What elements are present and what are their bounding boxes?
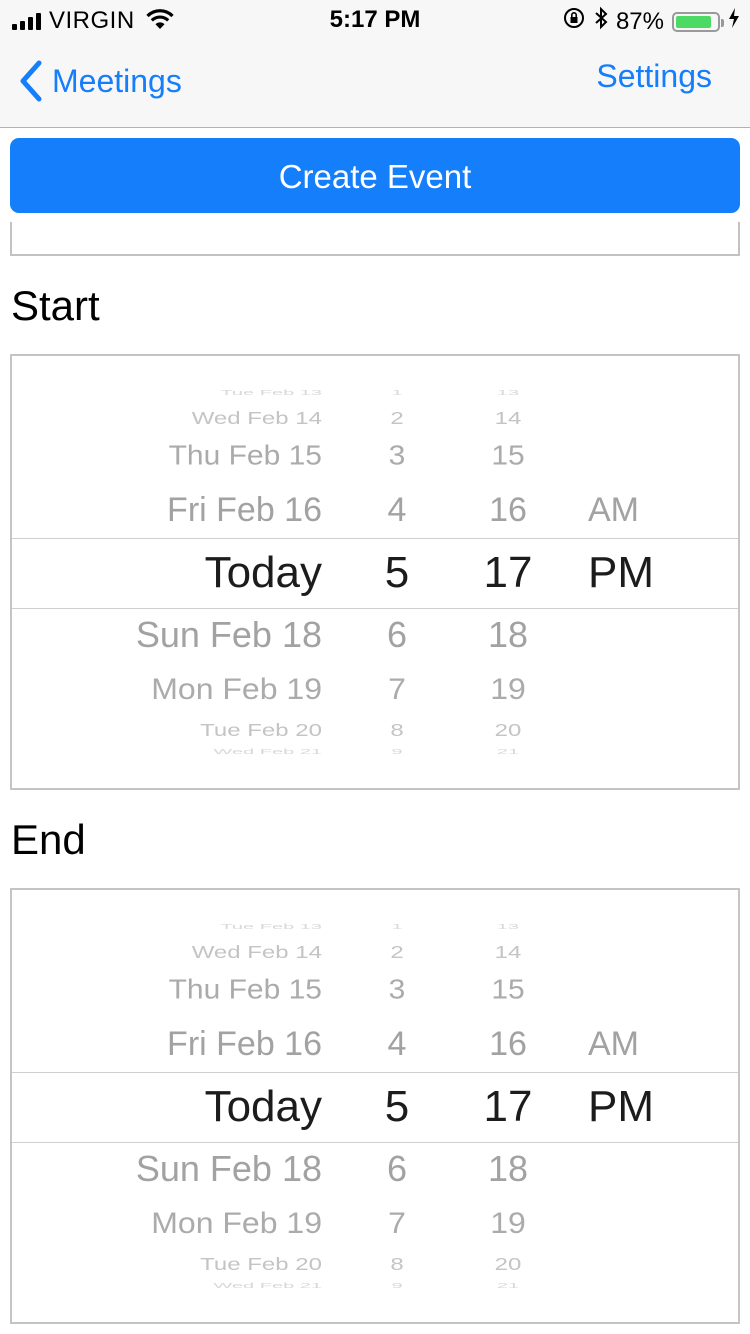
picker-minute-value: 13 xyxy=(496,923,520,931)
picker-minute-value: 17 xyxy=(483,548,533,597)
picker-ampm-value: PM xyxy=(588,1082,654,1131)
battery-icon xyxy=(672,11,724,32)
picker-hour-value: 3 xyxy=(388,440,406,471)
picker-minute-value: 21 xyxy=(496,748,520,756)
picker-date-value: Mon Feb 19 xyxy=(151,672,322,706)
battery-percent: 87% xyxy=(615,7,664,35)
picker-minute-value: 17 xyxy=(483,1082,533,1131)
picker-row[interactable]: Fri Feb 16 4 16 AM xyxy=(12,1024,738,1064)
picker-date-value: Tue Feb 20 xyxy=(200,720,322,741)
picker-row[interactable]: Tue Feb 13 1 13 xyxy=(12,922,738,931)
picker-date-value: Tue Feb 20 xyxy=(200,1254,322,1275)
picker-row[interactable]: Wed Feb 14 2 14 xyxy=(12,942,738,964)
picker-hour-value: 9 xyxy=(391,1282,403,1290)
picker-minute-value: 18 xyxy=(487,1148,529,1189)
picker-date-value: Wed Feb 21 xyxy=(213,1282,322,1290)
picker-date-value: Wed Feb 14 xyxy=(191,942,322,963)
picker-row[interactable]: Thu Feb 15 3 15 xyxy=(12,973,738,1006)
back-button[interactable]: Meetings xyxy=(18,60,182,102)
bluetooth-icon xyxy=(594,6,608,37)
picker-hour-value: 3 xyxy=(388,974,406,1005)
picker-hour-value: 5 xyxy=(384,548,410,597)
picker-row-selected[interactable]: Today 5 17 PM xyxy=(12,1082,738,1132)
charging-icon xyxy=(728,7,740,36)
picker-date-value: Thu Feb 15 xyxy=(168,974,322,1005)
event-title-field[interactable] xyxy=(10,222,740,256)
picker-row[interactable]: Wed Feb 21 9 21 xyxy=(12,747,738,756)
picker-minute-value: 14 xyxy=(494,942,522,963)
picker-minute-value: 21 xyxy=(496,1282,520,1290)
picker-row[interactable]: Sun Feb 18 6 18 xyxy=(12,614,738,656)
picker-date-value: Fri Feb 16 xyxy=(167,1025,322,1063)
picker-date-value: Sun Feb 18 xyxy=(135,1148,322,1189)
picker-minute-value: 18 xyxy=(487,614,529,655)
picker-hour-value: 8 xyxy=(390,720,404,741)
picker-date-value: Thu Feb 15 xyxy=(168,440,322,471)
picker-hour-value: 4 xyxy=(387,1025,407,1063)
status-right: 87% xyxy=(562,6,740,37)
picker-ampm-value: PM xyxy=(588,548,654,597)
picker-minute-value: 19 xyxy=(490,1206,526,1240)
picker-minute-value: 14 xyxy=(494,408,522,429)
picker-hour-value: 4 xyxy=(387,491,407,529)
picker-hour-value: 7 xyxy=(388,1206,406,1240)
picker-row-selected[interactable]: Today 5 17 PM xyxy=(12,548,738,598)
picker-hour-value: 9 xyxy=(391,748,403,756)
picker-ampm-value: AM xyxy=(588,1025,639,1063)
start-label: Start xyxy=(11,282,100,329)
picker-minute-value: 20 xyxy=(494,1254,522,1275)
picker-hour-value: 5 xyxy=(384,1082,410,1131)
status-bar: VIRGIN 5:17 PM 87% xyxy=(0,0,750,40)
picker-date-value: Wed Feb 14 xyxy=(191,408,322,429)
picker-row[interactable]: Tue Feb 13 1 13 xyxy=(12,388,738,397)
picker-minute-value: 13 xyxy=(496,389,520,397)
picker-minute-value: 16 xyxy=(489,491,527,529)
picker-row[interactable]: Thu Feb 15 3 15 xyxy=(12,439,738,472)
picker-minute-value: 16 xyxy=(489,1025,527,1063)
picker-minute-value: 19 xyxy=(490,672,526,706)
start-date-picker[interactable]: Tue Feb 13 1 13 Wed Feb 14 2 14 Thu Feb 15 3 15 F… xyxy=(10,354,740,790)
picker-date-value: Today xyxy=(204,548,322,597)
picker-hour-value: 1 xyxy=(391,923,403,931)
picker-date-value: Tue Feb 13 xyxy=(220,389,322,397)
picker-row[interactable]: Fri Feb 16 4 16 AM xyxy=(12,490,738,530)
picker-hour-value: 1 xyxy=(391,389,403,397)
picker-row[interactable]: Wed Feb 21 9 21 xyxy=(12,1281,738,1290)
create-event-button[interactable]: Create Event xyxy=(10,138,740,213)
picker-hour-value: 8 xyxy=(390,1254,404,1275)
orientation-lock-icon xyxy=(562,6,586,37)
picker-date-value: Mon Feb 19 xyxy=(151,1206,322,1240)
picker-hour-value: 2 xyxy=(390,942,404,963)
navigation-bar: Meetings Settings xyxy=(0,40,750,128)
end-date-picker[interactable]: Tue Feb 13 1 13 Wed Feb 14 2 14 Thu Feb 15 3 15 F… xyxy=(10,888,740,1324)
picker-row[interactable]: Mon Feb 19 7 19 xyxy=(12,1206,738,1241)
picker-hour-value: 6 xyxy=(386,614,408,655)
picker-row[interactable]: Wed Feb 14 2 14 xyxy=(12,408,738,430)
back-button-label: Meetings xyxy=(52,62,182,99)
picker-hour-value: 6 xyxy=(386,1148,408,1189)
picker-row[interactable]: Mon Feb 19 7 19 xyxy=(12,672,738,707)
picker-minute-value: 20 xyxy=(494,720,522,741)
picker-ampm-value: AM xyxy=(588,491,639,529)
picker-row[interactable]: Tue Feb 20 8 20 xyxy=(12,1254,738,1276)
picker-minute-value: 15 xyxy=(491,974,525,1005)
picker-date-value: Today xyxy=(204,1082,322,1131)
picker-hour-value: 7 xyxy=(388,672,406,706)
picker-row[interactable]: Sun Feb 18 6 18 xyxy=(12,1148,738,1190)
picker-date-value: Tue Feb 13 xyxy=(220,923,322,931)
settings-button[interactable]: Settings xyxy=(596,58,712,95)
picker-date-value: Sun Feb 18 xyxy=(135,614,322,655)
picker-hour-value: 2 xyxy=(390,408,404,429)
picker-date-value: Wed Feb 21 xyxy=(213,748,322,756)
chevron-left-icon xyxy=(20,60,42,102)
end-label: End xyxy=(11,816,86,863)
picker-row[interactable]: Tue Feb 20 8 20 xyxy=(12,720,738,742)
picker-minute-value: 15 xyxy=(491,440,525,471)
picker-date-value: Fri Feb 16 xyxy=(167,491,322,529)
